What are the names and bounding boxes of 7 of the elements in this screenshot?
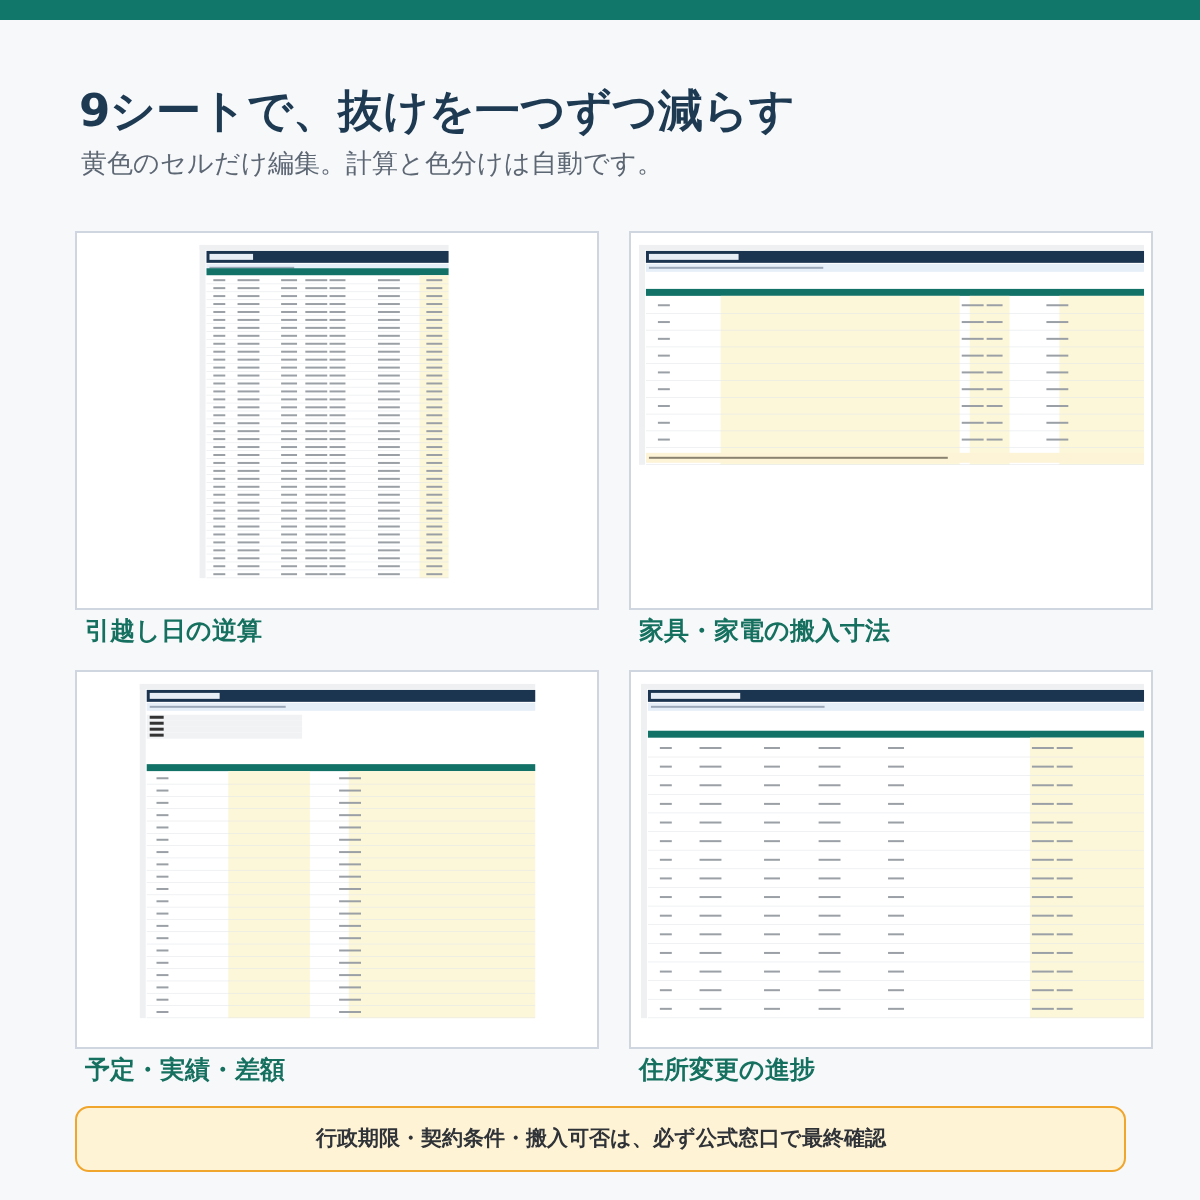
page-subheading: 黄色のセルだけ編集。計算と色分けは自動です。 [81,147,664,180]
card-caption: 家具・家電の搬入寸法 [639,616,891,647]
card-caption: 住所変更の進捗 [639,1055,816,1086]
card-caption: 引越し日の逆算 [85,616,263,647]
notice-banner: 行政期限・契約条件・搬入可否は、必ず公式窓口で最終確認 [75,1106,1126,1172]
page-heading: 9シートで、抜けを一つずつ減らす [79,84,797,138]
card-caption: 予定・実績・差額 [85,1055,286,1086]
